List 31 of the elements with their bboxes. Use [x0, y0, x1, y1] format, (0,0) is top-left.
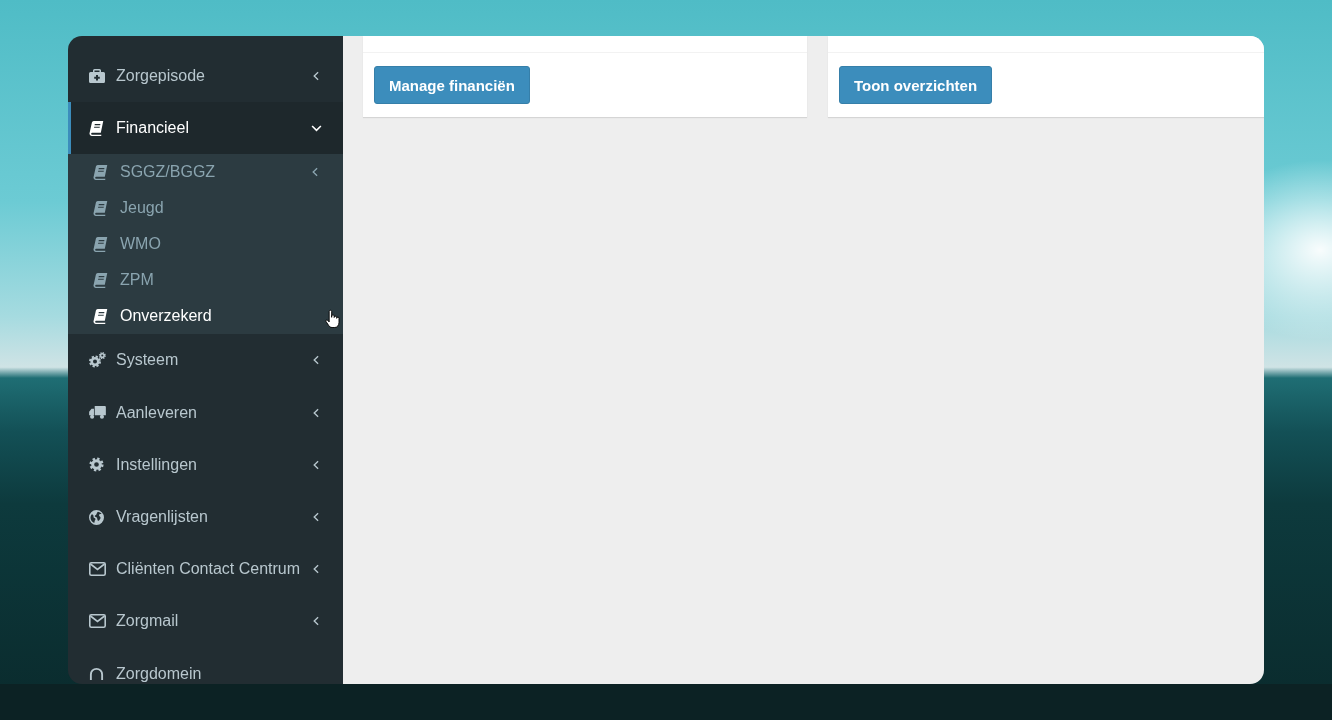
submenu-item[interactable]: Jeugd — [68, 190, 343, 227]
book-icon — [93, 200, 108, 216]
gears-icon — [89, 352, 106, 369]
book-icon — [89, 120, 104, 136]
book-icon — [93, 164, 108, 180]
sidebar-item[interactable]: Zorgepisode — [68, 50, 343, 103]
medkit-icon — [89, 69, 105, 84]
sidebar-item[interactable]: Cliënten Contact Centrum — [68, 543, 343, 596]
arch-icon — [89, 666, 104, 682]
submenu-item[interactable]: Onverzekerd — [68, 298, 343, 335]
sidebar-item[interactable]: Vragenlijsten — [68, 490, 343, 544]
submenu-item[interactable]: SGGZ/BGGZ — [68, 154, 343, 191]
settings-icon — [89, 457, 104, 473]
sidebar-item[interactable]: Systeem — [68, 334, 343, 387]
globe-icon — [89, 509, 104, 525]
book-icon — [93, 236, 108, 252]
sidebar-item[interactable]: Aanleveren — [68, 386, 343, 439]
sidebar-item[interactable]: Zorgmail — [68, 595, 343, 648]
book-icon — [93, 308, 108, 324]
sidebar-item[interactable]: Financieel — [68, 102, 343, 155]
truck-icon — [89, 406, 106, 420]
action-button[interactable]: Manage financiën — [374, 66, 530, 104]
submenu-item[interactable]: WMO — [68, 226, 343, 263]
envelope-icon — [89, 614, 106, 629]
sidebar-item[interactable]: Zorgdomein — [68, 647, 343, 684]
action-button[interactable]: Toon overzichten — [839, 66, 993, 104]
submenu-item[interactable]: ZPM — [68, 262, 343, 299]
hand-cursor-icon — [325, 309, 340, 329]
envelope-icon — [89, 562, 106, 577]
sidebar-item[interactable]: Instellingen — [68, 438, 343, 491]
book-icon — [93, 272, 108, 288]
